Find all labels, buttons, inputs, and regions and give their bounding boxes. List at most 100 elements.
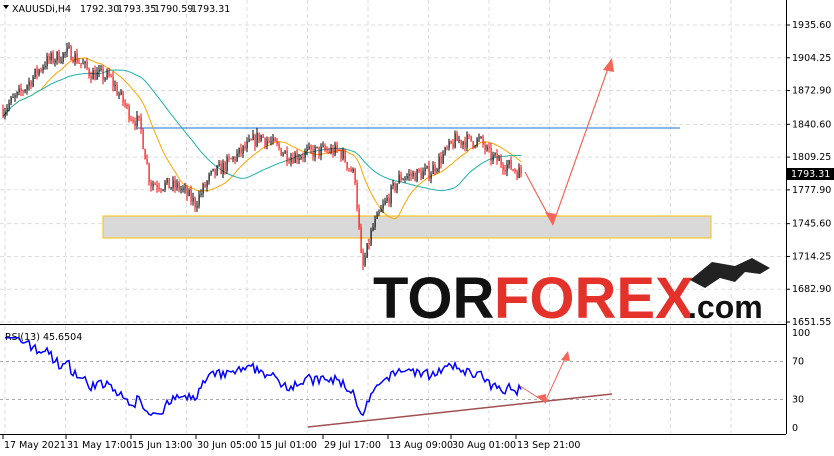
rsi-forecast-arrows: [519, 351, 570, 404]
candle: [408, 169, 410, 181]
candle: [472, 140, 474, 150]
candle: [210, 170, 212, 176]
candle: [32, 74, 34, 88]
candle: [392, 180, 394, 190]
candle: [182, 185, 184, 193]
candle: [322, 141, 324, 148]
time-tick-label: 13 Aug 09:00: [389, 440, 453, 451]
candle: [518, 163, 520, 179]
candle: [274, 136, 276, 142]
candle: [104, 76, 106, 82]
collapse-triangle-icon[interactable]: [3, 5, 9, 9]
candle: [398, 170, 400, 184]
candle: [2, 104, 4, 119]
time-tick-label: 29 Jul 17:00: [324, 440, 381, 451]
candle: [150, 179, 152, 192]
high-value: 1793.35: [117, 4, 156, 15]
candle: [324, 143, 326, 153]
candle: [170, 186, 172, 190]
candle: [52, 50, 54, 65]
candle: [218, 159, 220, 167]
price-tick-label: 1904.25: [792, 53, 831, 64]
candle: [238, 147, 240, 158]
candle: [250, 138, 252, 141]
candle: [194, 196, 196, 212]
candle: [220, 160, 222, 175]
time-tick-label: 30 Aug 01:00: [452, 440, 516, 451]
candle: [490, 142, 492, 166]
candle: [42, 64, 44, 74]
candle: [164, 180, 166, 193]
candle: [126, 103, 128, 110]
candle: [234, 156, 236, 165]
candle: [46, 52, 48, 70]
candle: [184, 182, 186, 194]
candle: [388, 193, 390, 207]
support-zone[interactable]: [102, 215, 712, 239]
candle: [228, 153, 230, 163]
candle: [160, 188, 162, 194]
candle: [34, 68, 36, 80]
candle: [496, 149, 498, 165]
candle: [502, 162, 504, 175]
candle: [262, 134, 264, 139]
candle: [230, 157, 232, 160]
candle: [314, 144, 316, 162]
time-tick-label: 13 Sep 21:00: [517, 440, 580, 451]
candle: [428, 160, 430, 182]
logo-tor: TOR: [373, 266, 494, 331]
candle: [394, 181, 396, 193]
logo-forex: FOREX: [494, 266, 694, 331]
candle: [196, 200, 198, 212]
candle: [520, 164, 522, 178]
candle: [30, 80, 32, 90]
candle: [438, 153, 440, 173]
chart-canvas[interactable]: TOR FOREX .com 1935.60 1904.25 1872.90 1840…: [0, 0, 834, 456]
candle: [498, 155, 500, 161]
current-price-label: 1793.31: [791, 169, 830, 180]
candle: [18, 84, 20, 96]
candle: [304, 148, 306, 163]
candle: [66, 42, 68, 58]
candle: [136, 110, 138, 130]
candle: [132, 116, 134, 124]
candle: [258, 132, 260, 144]
candle: [156, 180, 158, 193]
candle: [434, 161, 436, 176]
candle: [316, 146, 318, 149]
candle: [172, 176, 174, 192]
candle: [204, 181, 206, 188]
candle: [50, 51, 52, 65]
candle: [54, 58, 56, 67]
close-value: 1793.31: [191, 4, 230, 15]
candle: [406, 173, 408, 181]
candle: [78, 58, 80, 64]
candle: [348, 167, 350, 172]
candle: [248, 134, 250, 143]
candle: [486, 144, 488, 152]
candle: [384, 197, 386, 206]
price-tick-label: 1745.60: [792, 219, 831, 230]
candle: [460, 139, 462, 149]
candle: [342, 147, 344, 161]
price-tick-label: 1682.90: [792, 284, 831, 295]
candle: [216, 165, 218, 176]
candle: [36, 65, 38, 80]
rsi-trendline[interactable]: [307, 393, 613, 428]
candle: [288, 157, 290, 164]
candle: [312, 145, 314, 161]
candle: [264, 137, 266, 149]
candle: [376, 211, 378, 220]
candle: [12, 93, 14, 99]
candle: [484, 141, 486, 155]
forecast-arrows: [524, 58, 614, 226]
time-tick-label: 15 Jun 13:00: [132, 440, 192, 451]
candle: [168, 178, 170, 189]
candle: [256, 127, 258, 148]
rsi-line: [5, 337, 522, 417]
torforex-logo: TOR FOREX .com: [373, 258, 770, 331]
candle: [512, 168, 514, 172]
candle: [148, 162, 150, 186]
candle: [444, 146, 446, 156]
candle: [84, 60, 86, 69]
